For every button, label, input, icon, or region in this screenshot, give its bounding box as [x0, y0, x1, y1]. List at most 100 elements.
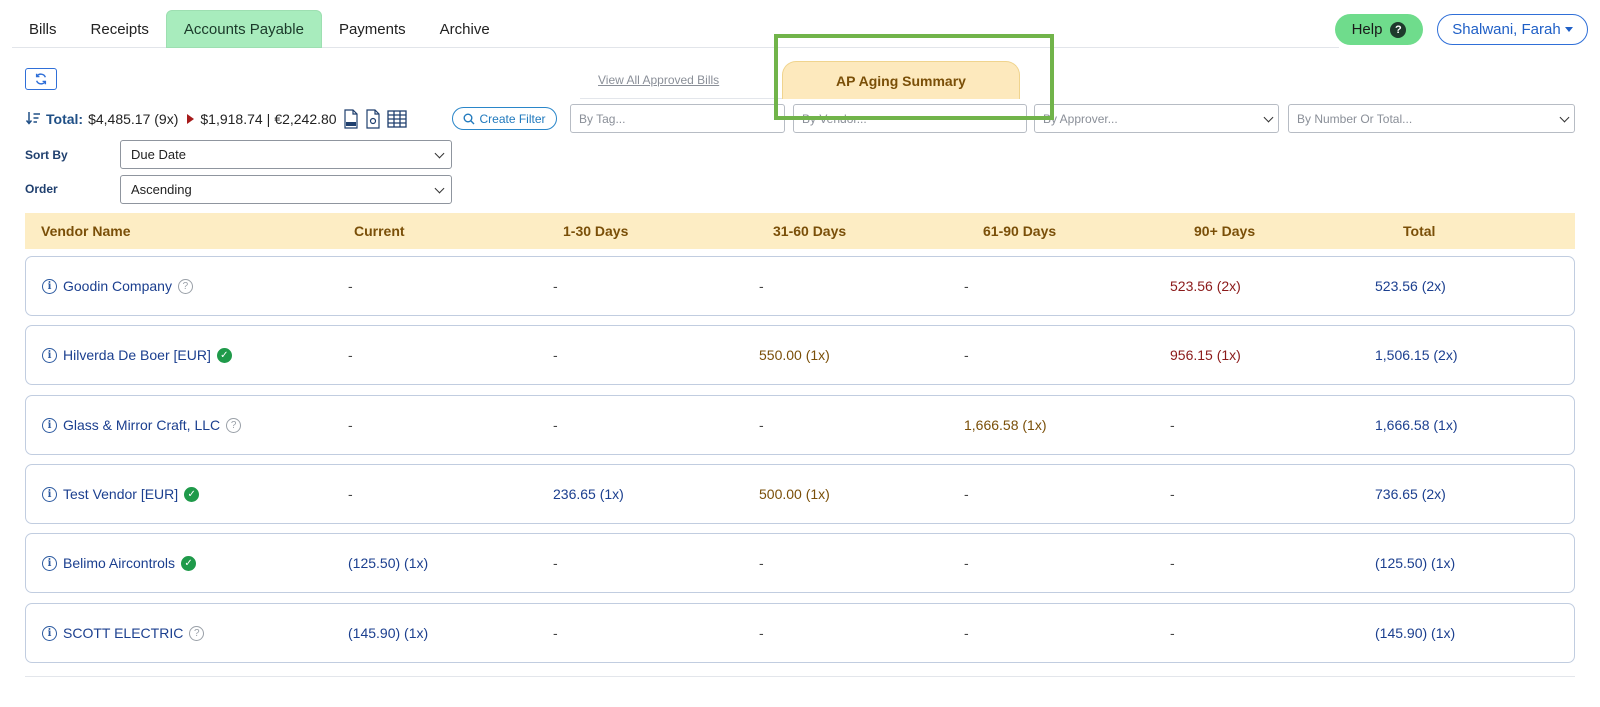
cell-90-plus-days: - [1170, 486, 1175, 502]
cell-31-60-days: - [759, 278, 764, 294]
cell-31-60-days[interactable]: 500.00 (1x) [759, 486, 830, 502]
tab-ap-aging-summary[interactable]: AP Aging Summary [782, 61, 1020, 99]
unverified-question-icon: ? [226, 417, 242, 433]
sort-icon[interactable] [25, 111, 41, 128]
refresh-icon [35, 73, 47, 85]
cell-vendor: i Hilverda De Boer [EUR] ✓ [42, 347, 232, 363]
totals-summary: Total: $4,485.17 (9x) $1,918.74 | €2,242… [25, 108, 407, 130]
info-icon[interactable]: i [42, 625, 57, 641]
cell-current[interactable]: (145.90) (1x) [348, 625, 428, 641]
cell-1-30-days: - [553, 417, 558, 433]
tag-filter-input[interactable]: By Tag... [570, 104, 785, 133]
table-row[interactable]: i Belimo Aircontrols ✓ (125.50) (1x) - - - - (12… [25, 533, 1575, 593]
cell-total[interactable]: 523.56 (2x) [1375, 278, 1446, 294]
tab-payments[interactable]: Payments [322, 10, 423, 48]
refresh-button[interactable] [25, 68, 57, 90]
cell-31-60-days: - [759, 417, 764, 433]
cell-vendor: i Goodin Company? [42, 278, 193, 294]
cell-vendor: i SCOTT ELECTRIC? [42, 625, 205, 641]
vendor-name-link[interactable]: Goodin Company [63, 278, 172, 294]
header-31-60-days[interactable]: 31-60 Days [773, 223, 846, 239]
vendor-name-link[interactable]: Glass & Mirror Craft, LLC [63, 417, 220, 433]
cell-total[interactable]: (125.50) (1x) [1375, 555, 1455, 571]
tab-bills[interactable]: Bills [12, 10, 74, 48]
help-button[interactable]: Help ? [1335, 14, 1423, 45]
cell-vendor: i Glass & Mirror Craft, LLC? [42, 417, 242, 433]
header-vendor-name[interactable]: Vendor Name [41, 223, 130, 239]
header-1-30-days[interactable]: 1-30 Days [563, 223, 628, 239]
cell-1-30-days: - [553, 625, 558, 641]
user-menu-button[interactable]: Shalwani, Farah [1437, 14, 1588, 45]
cell-current: - [348, 347, 353, 363]
help-label: Help [1351, 21, 1383, 38]
vendor-filter-input[interactable]: By Vendor... [793, 104, 1027, 133]
verified-check-icon: ✓ [181, 555, 197, 571]
main-tabs: Bills Receipts Accounts Payable Payments… [12, 10, 1339, 48]
header-61-90-days[interactable]: 61-90 Days [983, 223, 1056, 239]
header-total[interactable]: Total [1403, 223, 1435, 239]
order-value: Ascending [131, 182, 192, 197]
sort-by-value: Due Date [131, 147, 186, 162]
chevron-down-icon [1559, 112, 1570, 123]
usd-subtotal: $1,918.74 [200, 111, 263, 127]
info-icon[interactable]: i [42, 278, 57, 294]
create-filter-button[interactable]: Create Filter [452, 107, 557, 130]
info-icon[interactable]: i [42, 417, 57, 433]
caret-down-icon [1564, 27, 1573, 32]
cell-61-90-days: - [964, 555, 969, 571]
number-total-filter-select[interactable]: By Number Or Total... [1288, 104, 1575, 133]
cell-total[interactable]: 1,666.58 (1x) [1375, 417, 1458, 433]
unverified-question-icon: ? [189, 625, 205, 641]
chevron-down-icon [434, 148, 445, 159]
view-all-approved-bills-link[interactable]: View All Approved Bills [598, 73, 719, 87]
header-90-plus-days[interactable]: 90+ Days [1194, 223, 1255, 239]
cell-total[interactable]: 736.65 (2x) [1375, 486, 1446, 502]
vendor-name-link[interactable]: SCOTT ELECTRIC [63, 625, 183, 641]
pdf-export-icon[interactable] [365, 109, 381, 129]
cell-61-90-days[interactable]: 1,666.58 (1x) [964, 417, 1047, 433]
eur-total: €2,242.80 [274, 111, 337, 127]
sort-by-select[interactable]: Due Date [120, 140, 452, 169]
table-row[interactable]: i SCOTT ELECTRIC? (145.90) (1x) - - - - (145.90… [25, 603, 1575, 663]
table-row[interactable]: i Goodin Company? - - - - 523.56 (2x) 523.56 (2… [25, 256, 1575, 316]
vendor-name-link[interactable]: Hilverda De Boer [EUR] [63, 347, 211, 363]
approver-filter-placeholder: By Approver... [1043, 111, 1118, 126]
vendor-name-link[interactable]: Belimo Aircontrols [63, 555, 175, 571]
cell-current[interactable]: (125.50) (1x) [348, 555, 428, 571]
cell-total[interactable]: 1,506.15 (2x) [1375, 347, 1458, 363]
cell-90-plus-days[interactable]: 956.15 (1x) [1170, 347, 1241, 363]
cell-current: - [348, 278, 353, 294]
cell-current: - [348, 486, 353, 502]
header-current[interactable]: Current [354, 223, 405, 239]
info-icon[interactable]: i [42, 347, 57, 363]
info-icon[interactable]: i [42, 555, 57, 571]
vendor-name-link[interactable]: Test Vendor [EUR] [63, 486, 178, 502]
table-view-icon[interactable] [386, 110, 407, 128]
table-row[interactable]: i Hilverda De Boer [EUR] ✓ - - 550.00 (1x) - 95… [25, 325, 1575, 385]
cell-31-60-days: - [759, 625, 764, 641]
cell-61-90-days: - [964, 278, 969, 294]
cell-90-plus-days[interactable]: 523.56 (2x) [1170, 278, 1241, 294]
tab-receipts[interactable]: Receipts [74, 10, 166, 48]
footer-divider [25, 676, 1575, 677]
chevron-down-icon [434, 183, 445, 194]
cell-61-90-days: - [964, 625, 969, 641]
create-filter-label: Create Filter [479, 111, 546, 126]
expand-arrow-icon[interactable] [187, 114, 195, 124]
cell-vendor: i Test Vendor [EUR] ✓ [42, 486, 200, 502]
search-icon [463, 113, 475, 124]
cell-total[interactable]: (145.90) (1x) [1375, 625, 1455, 641]
table-row[interactable]: i Glass & Mirror Craft, LLC? - - - 1,666.58 (… [25, 395, 1575, 455]
tab-accounts-payable[interactable]: Accounts Payable [165, 10, 322, 48]
tab-archive[interactable]: Archive [423, 10, 507, 48]
cell-1-30-days[interactable]: 236.65 (1x) [553, 486, 624, 502]
info-icon[interactable]: i [42, 486, 57, 502]
cell-31-60-days[interactable]: 550.00 (1x) [759, 347, 830, 363]
order-label: Order [25, 182, 58, 196]
order-select[interactable]: Ascending [120, 175, 452, 204]
xlsx-export-icon[interactable] [343, 109, 359, 129]
verified-check-icon: ✓ [184, 486, 200, 502]
approver-filter-select[interactable]: By Approver... [1034, 104, 1279, 133]
user-name: Shalwani, Farah [1452, 21, 1561, 38]
table-row[interactable]: i Test Vendor [EUR] ✓ - 236.65 (1x) 500.00 (1… [25, 464, 1575, 524]
